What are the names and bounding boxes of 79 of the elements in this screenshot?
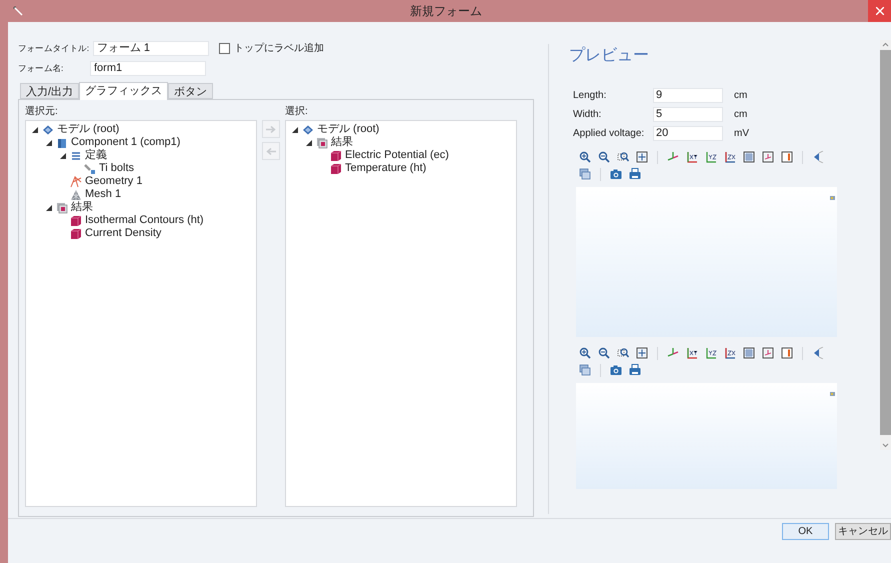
field-label: Applied voltage:: [573, 127, 646, 141]
form-name-field[interactable]: form1: [90, 60, 206, 76]
results-icon: [56, 202, 68, 214]
parameter-field[interactable]: 9: [653, 88, 723, 103]
camera-icon[interactable]: [610, 364, 622, 376]
zoom-extents-icon[interactable]: [636, 347, 648, 359]
preview-title: プレビュー: [569, 46, 650, 66]
yz-view-icon[interactable]: [705, 151, 717, 163]
wand-icon: [12, 5, 24, 17]
zx-view-icon[interactable]: [724, 347, 736, 359]
plot-icon: [70, 228, 82, 240]
window-title: 新規フォーム: [410, 3, 482, 20]
axes-icon[interactable]: [667, 151, 679, 163]
parameter-field[interactable]: 5: [653, 107, 723, 122]
color-legend-icon[interactable]: [781, 151, 793, 163]
cube-icon: [56, 136, 68, 148]
unit-label: mV: [734, 127, 749, 141]
axes-icon[interactable]: [667, 347, 679, 359]
field-label: フォームタイトル:: [18, 42, 89, 54]
right-arrow-icon: [266, 126, 276, 132]
list-label: 選択:: [285, 105, 309, 119]
field-label: フォーム名:: [18, 62, 64, 74]
dialog-button[interactable]: OK: [782, 523, 829, 540]
zoom-box-icon[interactable]: [617, 347, 629, 359]
zoom-in-icon[interactable]: [579, 347, 591, 359]
windows-icon[interactable]: [579, 168, 591, 180]
xy-view-icon[interactable]: [686, 347, 698, 359]
windows-icon[interactable]: [579, 364, 591, 376]
plot-icon: [330, 162, 342, 174]
expander-icon[interactable]: [44, 203, 53, 212]
close-icon: [876, 7, 884, 15]
zx-view-icon[interactable]: [724, 151, 736, 163]
tab[interactable]: ボタン: [168, 83, 214, 99]
model-icon: [302, 124, 314, 136]
camera-icon[interactable]: [610, 168, 622, 180]
zoom-out-icon[interactable]: [598, 151, 610, 163]
zoom-out-icon[interactable]: [598, 347, 610, 359]
geometry-icon: [70, 176, 82, 188]
checkbox[interactable]: [218, 42, 230, 54]
cone-icon[interactable]: [812, 347, 824, 359]
zoom-in-icon[interactable]: [579, 151, 591, 163]
yz-view-icon[interactable]: [705, 347, 717, 359]
checkbox-label: トップにラベル追加: [234, 42, 324, 56]
form-title-field[interactable]: フォーム 1: [92, 40, 209, 56]
list-label: 選択元:: [25, 105, 59, 119]
triad-icon: [830, 196, 835, 200]
printer-icon[interactable]: [629, 168, 641, 180]
tab[interactable]: 入力/出力: [20, 83, 80, 99]
expander-icon[interactable]: [30, 125, 39, 134]
list-icon: [70, 150, 82, 162]
expander-icon[interactable]: [290, 125, 299, 134]
parameter-field[interactable]: 20: [653, 126, 723, 141]
results-icon: [316, 136, 328, 148]
plot-icon: [70, 214, 82, 226]
unit-label: cm: [734, 89, 748, 103]
zoom-extents-icon[interactable]: [636, 151, 648, 163]
field-label: Width:: [573, 108, 602, 122]
plot-icon: [330, 150, 342, 162]
grid-icon[interactable]: [743, 347, 755, 359]
color-legend-icon[interactable]: [781, 347, 793, 359]
grid-icon[interactable]: [743, 151, 755, 163]
left-arrow-icon: [266, 148, 276, 154]
zoom-box-icon[interactable]: [617, 151, 629, 163]
tag-icon: [84, 162, 96, 174]
xy-view-icon[interactable]: [686, 151, 698, 163]
triad-icon: [830, 392, 835, 396]
field-label: Length:: [573, 89, 608, 103]
tab[interactable]: グラフィックス: [79, 82, 168, 100]
close-button[interactable]: [868, 0, 891, 22]
cone-icon[interactable]: [812, 151, 824, 163]
mesh-icon: [70, 188, 82, 200]
printer-icon[interactable]: [629, 364, 641, 376]
tree-item[interactable]: モデル (root): [57, 121, 120, 138]
expander-icon[interactable]: [58, 151, 67, 160]
unit-label: cm: [734, 108, 748, 122]
expander-icon[interactable]: [44, 138, 53, 147]
dialog-button[interactable]: キャンセル: [835, 523, 891, 540]
model-icon: [42, 124, 54, 136]
expander-icon[interactable]: [304, 138, 313, 147]
